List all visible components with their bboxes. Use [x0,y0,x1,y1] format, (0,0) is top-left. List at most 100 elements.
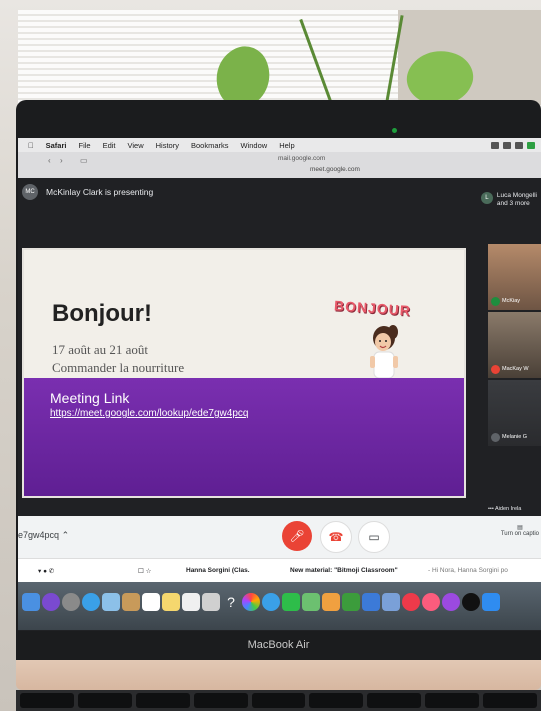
keyboard-key[interactable] [309,693,364,708]
mic-on-icon [491,297,500,306]
keyboard-function-row [16,690,541,711]
gmail-row-checkbox[interactable]: ☐ ☆ [138,567,151,575]
chevron-up-icon[interactable]: ⌃ [62,530,70,540]
keyboard-key[interactable] [251,693,306,708]
participant-tiles: McKiay MacKay W Melanie G [488,244,541,448]
contacts-icon[interactable] [122,593,140,611]
participant-avatar: L [480,192,493,204]
podcasts-icon[interactable] [442,593,460,611]
meeting-code[interactable]: e7gw4pcq ⌃ [18,530,69,541]
email-sender[interactable]: Hanna Sorgini (Clas. [186,567,250,574]
reminders-icon[interactable] [182,593,200,611]
participant-tile[interactable]: McKiay [488,244,541,310]
app-status-icon[interactable] [527,141,535,149]
control-icon[interactable] [515,141,523,149]
menu-help[interactable]: Help [279,141,294,150]
keyboard-key[interactable] [20,693,74,708]
camera-indicator [392,128,397,133]
participant-tile[interactable]: Melanie G [488,380,541,446]
numbers-icon[interactable] [342,593,360,611]
preview-icon[interactable] [202,593,220,611]
slide-date: 17 août au 21 août [52,342,149,357]
finder-icon[interactable] [22,593,40,611]
laptop-base [16,660,541,690]
laptop-screen:  Safari File Edit View History Bookmark… [18,138,541,631]
presentation-icon[interactable] [382,593,400,611]
calendar-icon[interactable] [142,593,160,611]
mic-muted-icon [491,365,500,374]
mic-off-icon: 🎤︎ [289,529,305,543]
camera-status-icon[interactable] [491,141,499,149]
wifi-icon[interactable] [503,141,511,149]
keyboard-key[interactable] [193,693,248,708]
menu-file[interactable]: File [78,141,90,150]
forward-icon[interactable]: › [60,156,63,165]
captions-label: Turn on captio [500,531,539,537]
participant-name: Luca Mongelli [496,192,537,199]
menu-view[interactable]: View [128,141,144,150]
help-icon[interactable]: ? [222,593,240,611]
leave-call-button[interactable]: ☎︎ [320,521,352,553]
captions-button[interactable]: ▤ Turn on captio [501,524,539,537]
pages-icon[interactable] [322,593,340,611]
presenter-banner: MC McKinlay Clark is presenting [22,184,153,200]
presentation-slide: Bonjour! 17 août au 21 août Commander la… [22,248,466,498]
window-blinds [18,10,398,105]
more-participants-label: ••• Aiden Irela [488,506,522,512]
apple-icon[interactable]:  [28,141,34,150]
music-icon[interactable] [422,593,440,611]
messages-icon[interactable] [262,593,280,611]
gmail-toolbar-icons[interactable]: ▾ ● ✆ [38,567,54,575]
mac-dock: ? [18,582,541,630]
mic-toggle-button[interactable]: 🎤︎ [282,521,312,551]
camera-toggle-button[interactable]: ▭ [358,521,390,553]
email-subject[interactable]: New material: "Bitmoji Classroom" [290,567,398,574]
meeting-link-url[interactable]: https://meet.google.com/lookup/ede7gw4pc… [50,408,248,419]
keyboard-key[interactable] [77,693,132,708]
address-bar[interactable]: meet.google.com [310,166,360,173]
bitmoji-bonjour-text: BONJOUR [333,297,412,319]
keyboard-key[interactable] [135,693,190,708]
participants-summary[interactable]: L Luca Mongelli and 3 more [480,192,537,208]
menu-history[interactable]: History [156,141,179,150]
meet-control-bar: e7gw4pcq ⌃ 🎤︎ ☎︎ ▭ ▤ Turn on captio [18,516,541,558]
photos-preview-icon[interactable] [102,593,120,611]
notes-icon[interactable] [162,593,180,611]
keyboard-key[interactable] [483,693,538,708]
news-icon[interactable] [402,593,420,611]
menu-bookmarks[interactable]: Bookmarks [191,141,229,150]
more-participant-name: Aiden Irela [495,506,522,512]
participant-tile[interactable]: MacKay W [488,312,541,378]
facetime-icon[interactable] [282,593,300,611]
presenter-text: McKinlay Clark is presenting [46,187,154,197]
photos-icon[interactable] [242,593,260,611]
back-icon[interactable]: ‹ [48,156,51,165]
mic-on-icon [491,433,500,442]
participant-tile-name: Melanie G [502,434,528,440]
siri-icon[interactable] [42,593,60,611]
safari-toolbar: ‹ › ▭ mail.google.com meet.google.com [18,152,541,179]
sidebar-icon[interactable]: ▭ [80,156,88,165]
menubar-app-name[interactable]: Safari [46,141,67,150]
maps-icon[interactable] [302,593,320,611]
keyboard-key[interactable] [367,693,422,708]
menu-edit[interactable]: Edit [103,141,116,150]
email-snippet: - Hi Nora, Hanna Sorgini po [428,567,508,574]
laptop-chin: MacBook Air [16,631,541,660]
captions-icon: ▤ [517,525,523,531]
mac-menubar:  Safari File Edit View History Bookmark… [18,138,541,152]
keynote-icon[interactable] [362,593,380,611]
slide-subtitle: Commander la nourriture [52,360,185,375]
menu-window[interactable]: Window [241,141,268,150]
launchpad-icon[interactable] [62,593,80,611]
gmail-window-strip: ▾ ● ✆ ☐ ☆ Hanna Sorgini (Clas. New mater… [18,558,541,583]
app-store-icon[interactable] [482,593,500,611]
safari-icon[interactable] [82,593,100,611]
keyboard-key[interactable] [425,693,480,708]
apple-tv-icon[interactable] [462,593,480,611]
hang-up-icon: ☎︎ [328,530,344,544]
tab-url-mail[interactable]: mail.google.com [278,155,325,162]
meeting-code-text: e7gw4pcq [18,530,60,540]
presenter-avatar: MC [22,184,38,200]
participant-tile-name: MacKay W [502,366,529,372]
